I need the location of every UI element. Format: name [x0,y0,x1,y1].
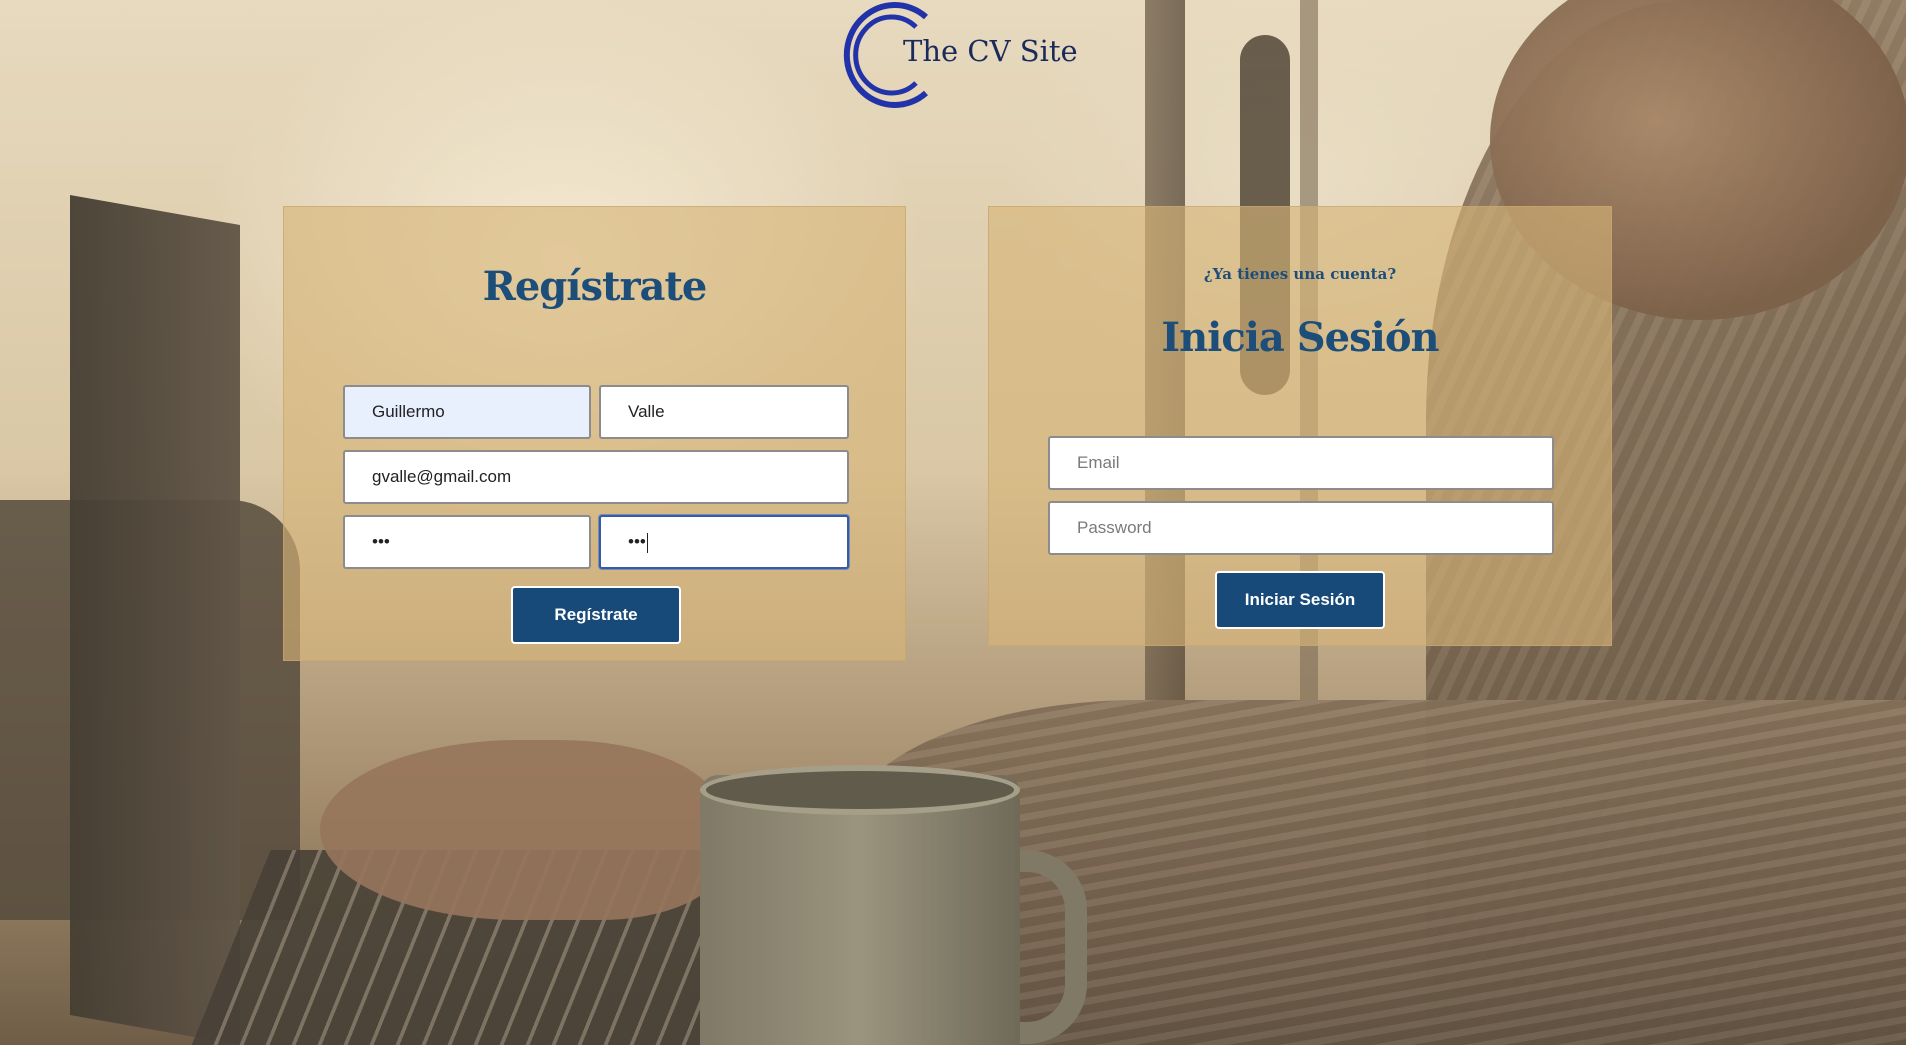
confirm-password-value: ••• [628,532,646,551]
confirm-password-field[interactable]: ••• [599,515,849,569]
register-button[interactable]: Regístrate [511,586,681,644]
login-email-input[interactable]: Email [1048,436,1554,490]
login-panel: ¿Ya tienes una cuenta? Inicia Sesión Ema… [988,206,1612,646]
site-logo[interactable]: The CV Site [828,0,1088,115]
logo-text: The CV Site [903,34,1078,68]
register-panel: Regístrate Guillermo Valle gvalle@gmail.… [283,206,906,661]
first-name-field[interactable]: Guillermo [343,385,591,439]
login-title: Inicia Sesión [1161,314,1439,361]
login-subtitle: ¿Ya tienes una cuenta? [1203,265,1397,283]
email-field[interactable]: gvalle@gmail.com [343,450,849,504]
register-title: Regístrate [482,263,708,310]
password-field[interactable]: ••• [343,515,591,569]
text-caret [646,532,648,553]
login-button[interactable]: Iniciar Sesión [1215,571,1385,629]
last-name-field[interactable]: Valle [599,385,849,439]
login-password-input[interactable]: Password [1048,501,1554,555]
